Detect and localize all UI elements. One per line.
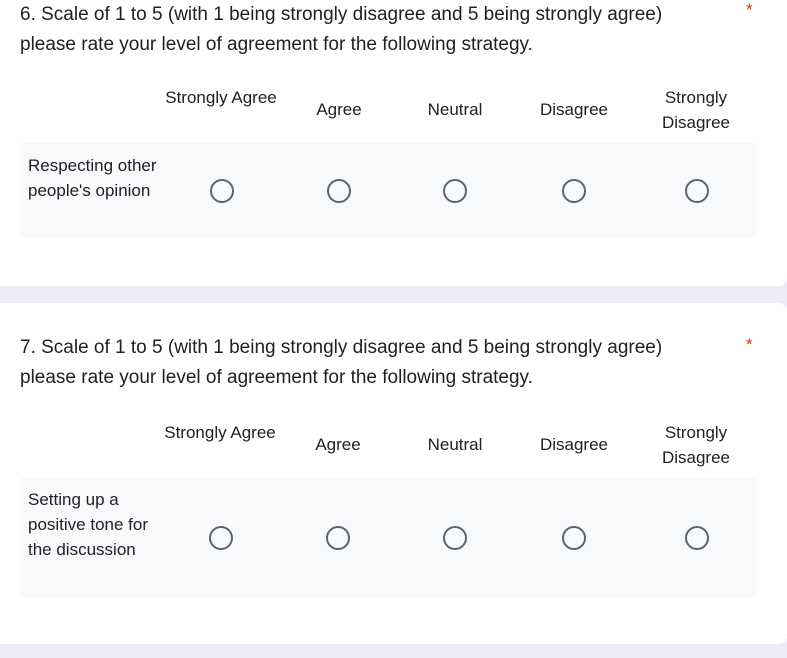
radio-disagree[interactable] — [562, 179, 586, 203]
question-card-7: 7. Scale of 1 to 5 (with 1 being strongl… — [0, 303, 787, 644]
required-asterisk: * — [746, 335, 753, 354]
column-header-strongly-agree: Strongly Agree — [164, 423, 276, 442]
radio-disagree[interactable] — [562, 526, 586, 550]
question-card-6: 6. Scale of 1 to 5 (with 1 being strongl… — [0, 0, 787, 286]
column-header-strongly-disagree: Strongly Disagree — [661, 423, 731, 467]
column-header-neutral: Neutral — [427, 435, 483, 454]
radio-neutral[interactable] — [443, 526, 467, 550]
column-header-disagree: Disagree — [539, 100, 609, 119]
radio-strongly-agree[interactable] — [209, 526, 233, 550]
required-asterisk: * — [746, 0, 753, 19]
radio-neutral[interactable] — [443, 179, 467, 203]
question-title: 6. Scale of 1 to 5 (with 1 being strongl… — [20, 4, 663, 55]
row-label: Respecting other people's opinion — [28, 156, 157, 200]
radio-strongly-disagree[interactable] — [685, 526, 709, 550]
column-header-agree: Agree — [316, 100, 362, 119]
column-header-agree: Agree — [315, 435, 361, 454]
column-header-strongly-disagree: Strongly Disagree — [661, 88, 731, 132]
grid-row: Setting up a positive tone for the discu… — [20, 478, 757, 598]
radio-agree[interactable] — [326, 526, 350, 550]
column-header-disagree: Disagree — [539, 435, 609, 454]
column-header-neutral: Neutral — [427, 100, 483, 119]
grid-row: Respecting other people's opinion — [20, 143, 757, 238]
radio-strongly-disagree[interactable] — [685, 179, 709, 203]
question-title: 7. Scale of 1 to 5 (with 1 being strongl… — [20, 337, 663, 388]
column-header-strongly-agree: Strongly Agree — [165, 88, 277, 107]
radio-strongly-agree[interactable] — [210, 179, 234, 203]
row-label: Setting up a positive tone for the discu… — [28, 490, 149, 559]
radio-agree[interactable] — [327, 179, 351, 203]
